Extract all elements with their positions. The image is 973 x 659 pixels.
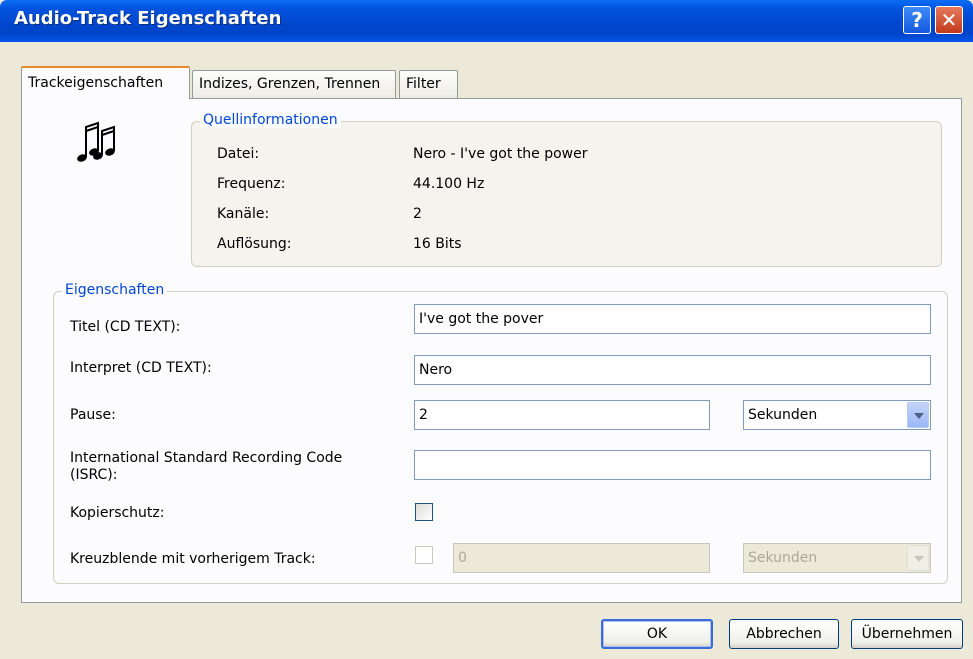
tab-filter[interactable]: Filter	[399, 70, 458, 98]
cancel-button[interactable]: Abbrechen	[729, 619, 839, 649]
properties-group: Eigenschaften Titel (CD TEXT): I've got …	[53, 282, 948, 584]
tab-panel: Quellinformationen Datei: Nero - I've go…	[21, 98, 962, 603]
chevron-down-icon[interactable]	[907, 402, 929, 428]
artist-label: Interpret (CD TEXT):	[70, 360, 212, 376]
isrc-field[interactable]	[414, 450, 931, 480]
close-icon: ✕	[940, 8, 958, 32]
crossfade-checkbox[interactable]	[415, 546, 433, 564]
title-field[interactable]: I've got the pover	[414, 304, 931, 334]
channels-label: Kanäle:	[217, 206, 270, 222]
pause-label: Pause:	[70, 407, 116, 423]
file-value: Nero - I've got the power	[413, 146, 588, 162]
frequency-label: Frequenz:	[217, 176, 286, 192]
copy-protection-checkbox[interactable]	[415, 503, 433, 521]
apply-button[interactable]: Übernehmen	[851, 619, 963, 649]
crossfade-unit-value: Sekunden	[748, 550, 818, 566]
properties-legend: Eigenschaften	[62, 282, 168, 298]
pause-field[interactable]: 2	[414, 400, 710, 430]
crossfade-label: Kreuzblende mit vorherigem Track:	[70, 551, 316, 567]
title-bar[interactable]: Audio-Track Eigenschaften ? ✕	[0, 0, 973, 42]
tab-trackeigenschaften[interactable]: Trackeigenschaften	[21, 66, 190, 99]
pause-unit-select[interactable]: Sekunden	[743, 400, 931, 430]
music-notes-icon	[77, 121, 115, 162]
window-title: Audio-Track Eigenschaften	[14, 8, 282, 29]
pause-unit-value: Sekunden	[748, 407, 818, 423]
title-label: Titel (CD TEXT):	[70, 319, 181, 335]
crossfade-unit-select[interactable]: Sekunden	[743, 543, 931, 573]
chevron-down-icon[interactable]	[907, 545, 929, 571]
frequency-value: 44.100 Hz	[413, 176, 485, 192]
help-icon: ?	[911, 8, 923, 32]
dialog-window: Audio-Track Eigenschaften ? ✕ Trackeigen…	[0, 0, 973, 659]
crossfade-field[interactable]: 0	[453, 543, 710, 573]
channels-value: 2	[413, 206, 422, 222]
file-label: Datei:	[217, 146, 260, 162]
tab-indizes[interactable]: Indizes, Grenzen, Trennen	[192, 70, 396, 98]
close-button[interactable]: ✕	[935, 6, 963, 34]
resolution-value: 16 Bits	[413, 236, 462, 252]
ok-button[interactable]: OK	[601, 619, 713, 649]
resolution-label: Auflösung:	[217, 236, 292, 252]
help-button[interactable]: ?	[903, 6, 931, 34]
source-info-legend: Quellinformationen	[200, 112, 341, 128]
source-info-group: Quellinformationen Datei: Nero - I've go…	[191, 112, 942, 267]
artist-field[interactable]: Nero	[414, 355, 931, 385]
isrc-label: International Standard Recording Code (I…	[70, 450, 343, 483]
copy-protection-label: Kopierschutz:	[70, 505, 165, 521]
